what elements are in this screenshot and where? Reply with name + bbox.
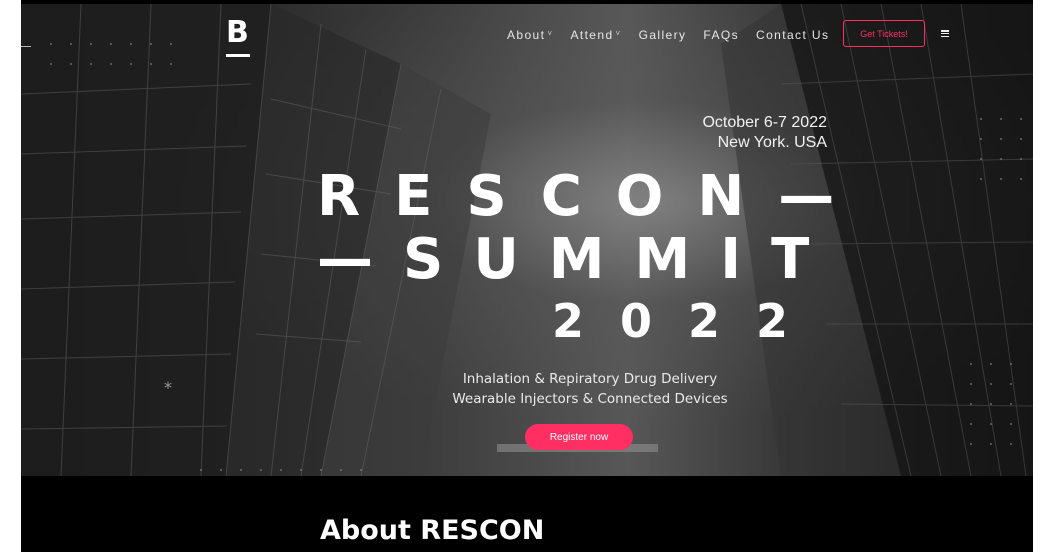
about-heading: About RESCON: [320, 515, 545, 546]
nav-item-label: About: [507, 28, 546, 42]
event-location: New York. USA: [717, 134, 827, 151]
nav-item-about[interactable]: About ˅: [507, 28, 553, 42]
hero-section: B About ˅ Attend ˅ Gallery FAQs Contact Us…: [21, 4, 1033, 476]
nav-item-attend[interactable]: Attend ˅: [570, 28, 621, 42]
event-title-year: 2022: [552, 294, 825, 348]
page: B About ˅ Attend ˅ Gallery FAQs Contact Us…: [21, 0, 1033, 552]
chevron-down-icon: ˅: [547, 29, 554, 38]
event-title-line-1: RESCON—: [317, 164, 869, 229]
site-logo[interactable]: B: [226, 18, 249, 48]
nav-item-gallery[interactable]: Gallery: [639, 28, 687, 42]
chevron-down-icon: ˅: [615, 29, 622, 38]
main-nav: About ˅ Attend ˅ Gallery FAQs Contact Us: [507, 28, 846, 42]
asterisk-decoration-icon: *: [164, 378, 172, 397]
get-tickets-button[interactable]: Get Tickets!: [843, 20, 925, 47]
event-tagline-1: Inhalation & Repiratory Drug Delivery: [462, 371, 718, 387]
nav-item-label: Attend: [570, 28, 614, 42]
event-title-line-2: —SUMMIT: [317, 227, 840, 292]
hamburger-icon[interactable]: [941, 30, 949, 37]
decorative-dash: [21, 46, 31, 47]
register-now-button[interactable]: Register now: [525, 424, 633, 450]
logo-underline: [226, 54, 250, 57]
nav-item-faqs[interactable]: FAQs: [703, 28, 739, 42]
nav-item-contact[interactable]: Contact Us: [756, 28, 829, 42]
event-date: October 6-7 2022: [702, 114, 827, 131]
event-tagline-2: Wearable Injectors & Connected Devices: [452, 391, 728, 407]
